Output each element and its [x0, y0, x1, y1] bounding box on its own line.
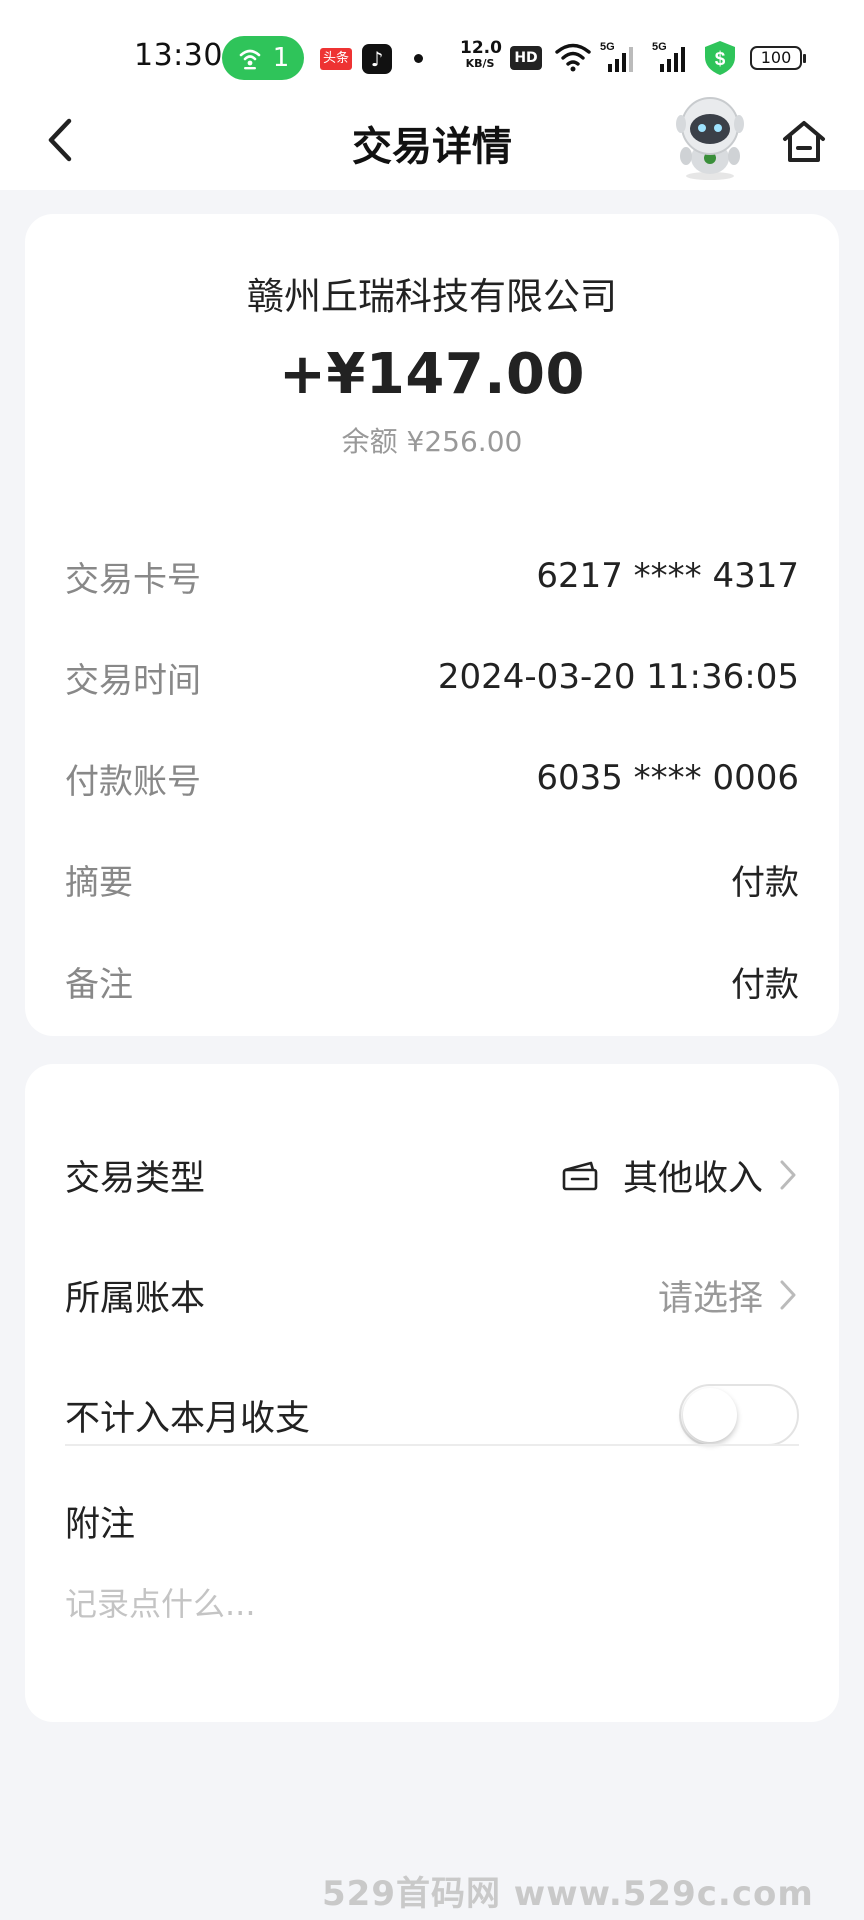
exclude-monthly-toggle[interactable] — [679, 1384, 799, 1446]
toggle-knob — [683, 1388, 737, 1442]
ledger-label: 所属账本 — [65, 1278, 206, 1319]
detail-value: 付款 — [731, 862, 799, 903]
nav-bar: 交易详情 — [0, 90, 864, 190]
note-label: 附注 — [65, 1505, 136, 1545]
signal-5g-icon: 5G — [600, 41, 633, 72]
exclude-monthly-row: 不计入本月收支 — [65, 1380, 799, 1450]
toutiao-icon: 头条 — [320, 48, 352, 70]
exclude-monthly-label: 不计入本月收支 — [65, 1398, 311, 1439]
transaction-type-row[interactable]: 交易类型 其他收入 — [65, 1140, 799, 1210]
detail-row-payer-account: 付款账号 6035 **** 0006 — [65, 748, 799, 808]
hotspot-count: 1 — [272, 43, 290, 73]
signal-5g-icon-secondary: 5G — [652, 41, 685, 72]
net-speed-unit: KB/S — [465, 57, 495, 70]
ledger-row[interactable]: 所属账本 请选择 — [65, 1260, 799, 1330]
security-shield-icon: $ — [705, 41, 735, 75]
ledger-selector[interactable]: 请选择 — [658, 1270, 799, 1321]
divider — [65, 1444, 799, 1446]
chevron-right-icon — [780, 1280, 796, 1310]
detail-value: 付款 — [731, 964, 799, 1005]
status-time: 13:30 — [134, 38, 223, 73]
detail-row-summary: 摘要 付款 — [65, 849, 799, 909]
transaction-amount: +¥147.00 — [279, 342, 585, 407]
detail-label: 备注 — [65, 964, 133, 1005]
detail-label: 付款账号 — [65, 761, 201, 802]
transaction-type-label: 交易类型 — [65, 1158, 206, 1199]
transaction-detail-page: 13:30 1 头条 ♪ 12.0 KB/S HD 5G 5G $ 100 交易… — [0, 0, 864, 1920]
home-icon — [783, 121, 825, 162]
settings-card: 交易类型 其他收入 所属账本 请选择 不计入本月收支 附注 记录点什么... — [25, 1064, 839, 1722]
robot-assistant-icon[interactable] — [670, 96, 750, 182]
home-button[interactable] — [772, 110, 836, 174]
svg-text:$: $ — [715, 49, 726, 70]
hotspot-indicator: 1 — [222, 36, 304, 80]
detail-row-card-number: 交易卡号 6217 **** 4317 — [65, 546, 799, 606]
note-input[interactable] — [65, 1574, 799, 1634]
net-speed: 12.0 KB/S — [460, 38, 502, 71]
detail-value: 6035 **** 0006 — [536, 758, 799, 798]
battery-icon: 100 — [750, 46, 806, 70]
ledger-value: 请选择 — [657, 1278, 763, 1319]
chevron-right-icon — [780, 1160, 796, 1190]
transaction-card: 赣州丘瑞科技有限公司 +¥147.00 余额 ¥256.00 交易卡号 6217… — [25, 214, 839, 1036]
detail-row-remark: 备注 付款 — [65, 951, 799, 1011]
transaction-type-value: 其他收入 — [622, 1158, 763, 1199]
transaction-type-selector[interactable]: 其他收入 — [561, 1150, 799, 1201]
detail-value: 6217 **** 4317 — [536, 556, 799, 596]
merchant-name: 赣州丘瑞科技有限公司 — [247, 275, 617, 318]
wallet-icon — [562, 1161, 598, 1191]
tiktok-icon: ♪ — [362, 44, 392, 74]
net-speed-value: 12.0 — [460, 38, 502, 58]
detail-label: 摘要 — [65, 862, 133, 903]
notification-dot-icon — [414, 54, 423, 63]
detail-row-time: 交易时间 2024-03-20 11:36:05 — [65, 647, 799, 707]
svg-text:5G: 5G — [652, 41, 667, 53]
wifi-icon — [555, 43, 591, 72]
detail-label: 交易卡号 — [65, 559, 201, 600]
account-balance: 余额 ¥256.00 — [341, 425, 523, 458]
watermark: 529首码网 www.529c.com — [322, 1874, 814, 1914]
hd-voice-icon: HD — [510, 46, 542, 70]
detail-label: 交易时间 — [65, 660, 201, 701]
hotspot-icon — [239, 49, 261, 70]
svg-text:5G: 5G — [600, 41, 615, 53]
detail-value: 2024-03-20 11:36:05 — [437, 657, 799, 697]
